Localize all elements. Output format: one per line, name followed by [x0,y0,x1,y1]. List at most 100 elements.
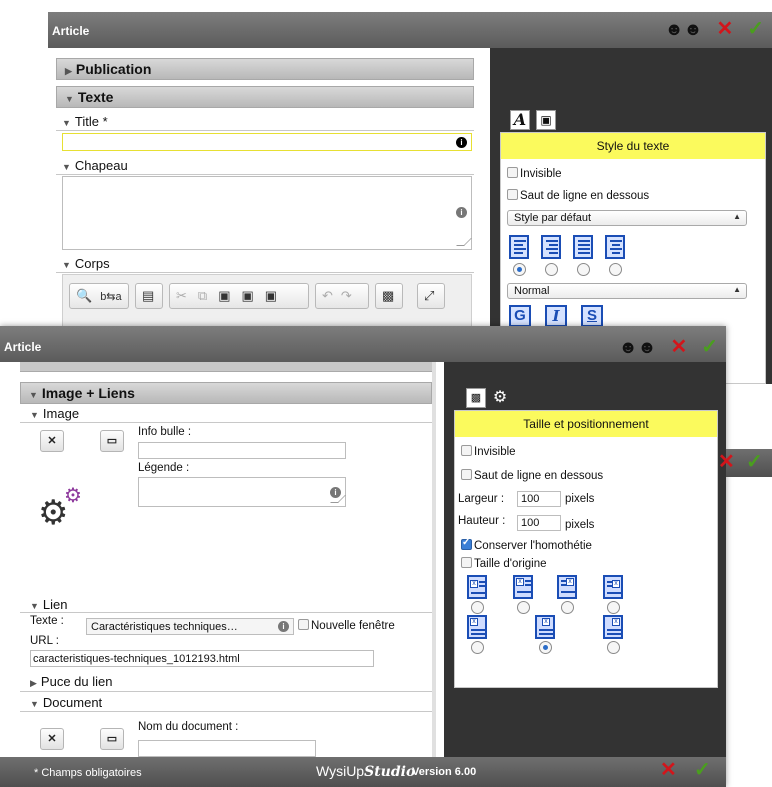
legende-textarea[interactable]: i [138,477,346,507]
saut-option[interactable]: Saut de ligne en dessous [507,189,649,202]
position-top-center-radio[interactable] [539,641,552,654]
position-center-right-icon[interactable]: x [557,575,577,599]
title-field-heading[interactable]: ▼ Title * [62,114,108,129]
invisible-option[interactable]: Invisible [461,445,516,458]
replace-icon[interactable]: b⇆a [100,290,121,303]
hauteur-label: Hauteur : [458,515,506,527]
position-center-left-icon[interactable]: x [513,575,533,599]
validate-icon[interactable]: ✓ [746,452,763,472]
align-left-icon[interactable] [509,235,529,259]
template-group: ▩ [375,283,403,309]
position-right-radio[interactable] [607,601,620,614]
saut-checkbox[interactable] [461,469,472,480]
nom-document-input[interactable] [138,740,316,757]
redo-icon[interactable]: ↷ [341,288,352,304]
select-arrows-icon: ▲ [733,212,741,221]
saut-option[interactable]: Saut de ligne en dessous [461,469,603,482]
users-icon[interactable]: ☻☻ [619,338,657,356]
copy-icon[interactable]: ⧉ [198,288,207,304]
position-center-right-radio[interactable] [561,601,574,614]
position-left-icon[interactable]: x [467,575,487,599]
position-top-right-radio[interactable] [607,641,620,654]
template-icon[interactable]: ▩ [382,288,394,304]
close-icon[interactable]: ✕ [718,452,735,472]
invisible-checkbox[interactable] [461,445,472,456]
saut-checkbox[interactable] [507,189,518,200]
format-select[interactable]: Normal ▲ [507,283,747,299]
search-icon[interactable]: 🔍 [76,288,92,304]
collapse-icon: ▼ [30,410,39,420]
image-heading[interactable]: ▼ Image [30,406,79,421]
align-left-radio[interactable] [513,263,526,276]
block-style-tab[interactable]: ▣ [536,110,556,130]
invisible-checkbox[interactable] [507,167,518,178]
puce-heading[interactable]: ▶ Puce du lien [30,674,112,689]
align-right-radio[interactable] [545,263,558,276]
users-icon[interactable]: ☻☻ [665,20,703,38]
align-justify-icon[interactable] [573,235,593,259]
nouvelle-fenetre-option[interactable]: Nouvelle fenêtre [298,619,395,632]
browse-document-button[interactable]: ▭ [100,728,124,750]
position-left-radio[interactable] [471,601,484,614]
info-icon[interactable]: i [456,207,467,218]
paste-word-icon[interactable]: ▣ [265,288,277,304]
align-center-radio[interactable] [609,263,622,276]
conserver-checkbox[interactable] [461,537,472,550]
position-center-left-radio[interactable] [517,601,530,614]
position-top-center-icon[interactable]: x [535,615,555,639]
text-style-tab[interactable]: A [510,110,530,130]
cancel-icon[interactable]: ✕ [660,760,677,780]
title-input[interactable]: i [62,133,472,151]
bold-button[interactable]: G [509,305,531,327]
close-icon[interactable]: ✕ [716,19,733,39]
strike-button[interactable]: S [581,305,603,327]
section-texte[interactable]: ▼ Texte [56,86,474,108]
chapeau-heading[interactable]: ▼ Chapeau [62,158,128,173]
largeur-input[interactable]: 100 [517,491,561,507]
align-right-icon[interactable] [541,235,561,259]
section-image-liens[interactable]: ▼ Image + Liens [20,382,432,404]
size-position-tab[interactable]: ▩ [466,388,486,408]
paste-plain-icon[interactable]: ▣ [242,288,254,304]
url-input[interactable]: caracteristiques-techniques_1012193.html [30,650,374,667]
align-center-icon[interactable] [605,235,625,259]
taille-origine-checkbox[interactable] [461,557,472,568]
remove-document-button[interactable]: ✕ [40,728,64,750]
style-select[interactable]: Style par défaut ▲ [507,210,747,226]
lien-texte-input[interactable]: Caractéristiques techniques… i [86,618,294,635]
ok-icon[interactable]: ✓ [694,760,711,780]
paste-text-icon[interactable]: ▤ [142,288,154,304]
invisible-option[interactable]: Invisible [507,167,562,180]
chapeau-textarea[interactable]: i [62,176,472,250]
gear-tab-icon[interactable]: ⚙ [490,388,510,408]
lien-heading[interactable]: ▼ Lien [30,597,68,612]
align-justify-radio[interactable] [577,263,590,276]
info-icon[interactable]: i [278,621,289,632]
validate-icon[interactable]: ✓ [701,337,718,357]
undo-icon[interactable]: ↶ [322,288,333,304]
italic-button[interactable]: I [545,305,567,327]
section-publication[interactable]: ▶ Publication [56,58,474,80]
paste-icon[interactable]: ▣ [218,288,230,304]
browse-image-button[interactable]: ▭ [100,430,124,452]
cut-icon[interactable]: ✂ [176,288,187,304]
position-right-icon[interactable]: x [603,575,623,599]
corps-heading[interactable]: ▼ Corps [62,256,110,271]
position-top-left-radio[interactable] [471,641,484,654]
position-top-left-icon[interactable]: x [467,615,487,639]
close-icon[interactable]: ✕ [670,337,687,357]
taille-origine-option[interactable]: Taille d'origine [461,557,547,570]
version-text: Version 6.00 [412,766,477,778]
maximize-icon[interactable]: ⤢ [424,288,434,304]
position-top-right-icon[interactable]: x [603,615,623,639]
info-icon[interactable]: i [456,137,467,148]
conserver-option[interactable]: Conserver l'homothétie [461,537,592,552]
validate-icon[interactable]: ✓ [747,19,764,39]
info-bulle-input[interactable] [138,442,346,459]
document-heading[interactable]: ▼ Document [30,695,102,710]
hauteur-input[interactable]: 100 [517,515,561,531]
panel-header: Taille et positionnement [455,411,717,437]
front-form: ▼ Image + Liens ▼ Image ✕ ▭ Info bulle : L… [0,362,444,757]
remove-image-button[interactable]: ✕ [40,430,64,452]
nouvelle-fenetre-checkbox[interactable] [298,619,309,630]
